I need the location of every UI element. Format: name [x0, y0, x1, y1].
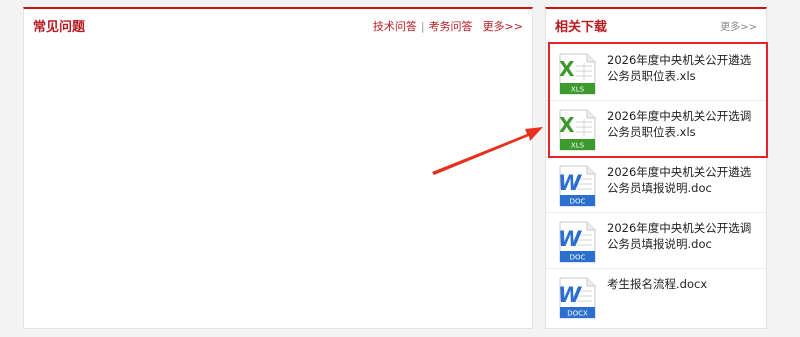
download-item[interactable]: X XLS 2026年度中央机关公开选调公务员职位表.xls — [546, 101, 766, 157]
downloads-title: 相关下载 — [555, 20, 608, 35]
download-item[interactable]: X XLS 2026年度中央机关公开遴选公务员职位表.xls — [546, 45, 766, 101]
faq-panel: 常见问题 技术问答 | 考务问答 更多>> — [23, 7, 533, 329]
xls-file-icon: X XLS — [559, 53, 596, 95]
svg-text:W: W — [558, 227, 582, 251]
doc-file-icon: W DOC — [558, 221, 596, 263]
download-item-name[interactable]: 2026年度中央机关公开遴选公务员填报说明.doc — [607, 164, 759, 196]
svg-text:X: X — [559, 57, 575, 81]
download-item-name[interactable]: 2026年度中央机关公开选调公务员填报说明.doc — [607, 220, 759, 252]
download-item[interactable]: W DOC 2026年度中央机关公开遴选公务员填报说明.doc — [546, 157, 766, 213]
faq-title: 常见问题 — [33, 20, 86, 35]
download-item-name[interactable]: 2026年度中央机关公开选调公务员职位表.xls — [607, 108, 759, 140]
faq-more-link[interactable]: 更多>> — [483, 18, 523, 34]
download-item[interactable]: W DOCX 考生报名流程.docx — [546, 269, 766, 325]
xls-file-icon: X XLS — [559, 109, 596, 151]
file-type-label: XLS — [571, 142, 585, 150]
doc-file-icon: W DOC — [558, 165, 596, 207]
file-type-label: DOC — [570, 198, 586, 206]
download-item-name[interactable]: 2026年度中央机关公开遴选公务员职位表.xls — [607, 52, 759, 84]
faq-exam-link[interactable]: 考务问答 — [429, 18, 473, 34]
faq-links: 技术问答 | 考务问答 更多>> — [373, 18, 523, 34]
file-type-label: XLS — [571, 86, 585, 94]
download-item[interactable]: W DOC 2026年度中央机关公开选调公务员填报说明.doc — [546, 213, 766, 269]
docx-file-icon: W DOCX — [558, 277, 596, 319]
download-item-name[interactable]: 考生报名流程.docx — [607, 276, 759, 292]
file-type-label: DOC — [570, 254, 586, 262]
downloads-panel: 相关下载 更多>> X XLS 2026年度中央机关公开遴选公务员职位表.xls — [545, 7, 767, 329]
download-file-list: X XLS 2026年度中央机关公开遴选公务员职位表.xls X XLS 202… — [546, 45, 766, 325]
svg-text:W: W — [558, 283, 582, 307]
downloads-more-link[interactable]: 更多>> — [720, 18, 757, 33]
svg-text:W: W — [558, 171, 582, 195]
file-type-label: DOCX — [567, 310, 588, 318]
faq-link-separator: | — [420, 19, 425, 33]
svg-text:X: X — [559, 113, 575, 137]
faq-tech-link[interactable]: 技术问答 — [373, 18, 417, 34]
